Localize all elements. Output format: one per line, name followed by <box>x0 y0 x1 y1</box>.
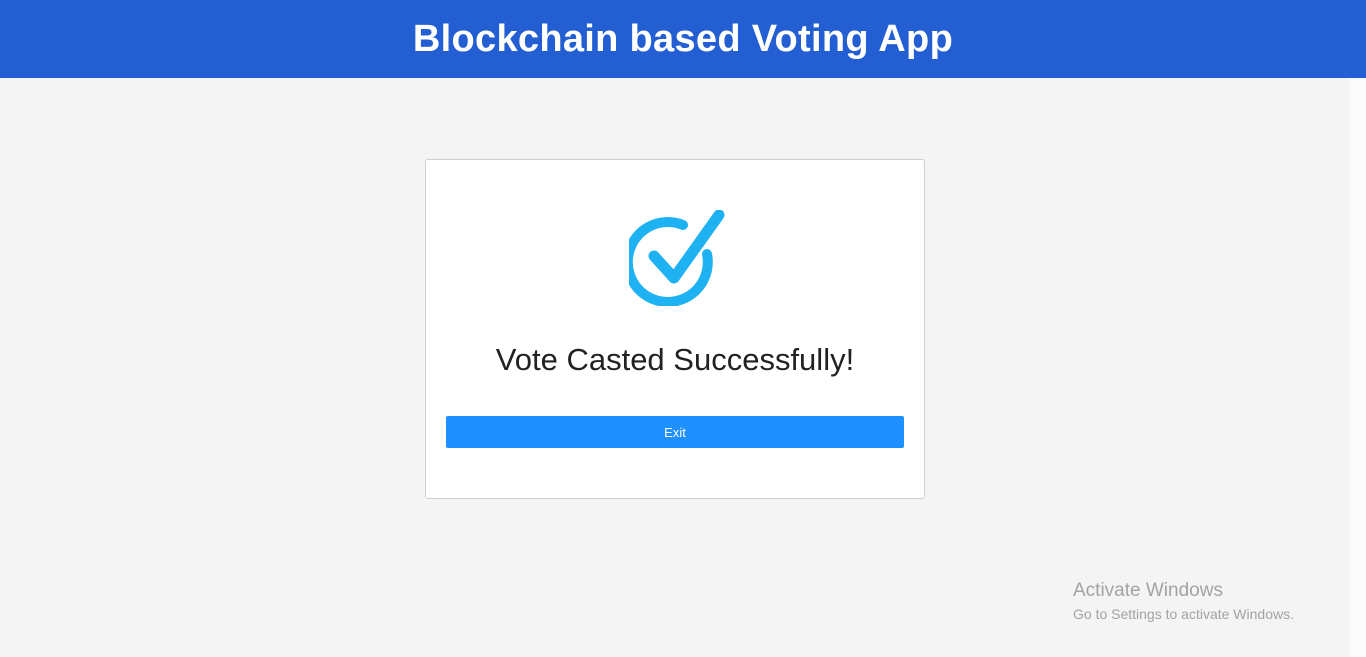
app-header: Blockchain based Voting App <box>0 0 1366 78</box>
success-message: Vote Casted Successfully! <box>495 342 855 377</box>
exit-button[interactable]: Exit <box>446 416 904 448</box>
check-circle-icon <box>629 210 725 306</box>
watermark-subtitle: Go to Settings to activate Windows. <box>1073 606 1294 622</box>
vote-success-card: Vote Casted Successfully! Exit <box>425 159 925 499</box>
scrollbar-gutter <box>1350 78 1366 657</box>
activate-windows-watermark: Activate Windows Go to Settings to activ… <box>1073 580 1294 624</box>
app-title: Blockchain based Voting App <box>412 17 954 60</box>
watermark-title: Activate Windows <box>1073 580 1223 601</box>
